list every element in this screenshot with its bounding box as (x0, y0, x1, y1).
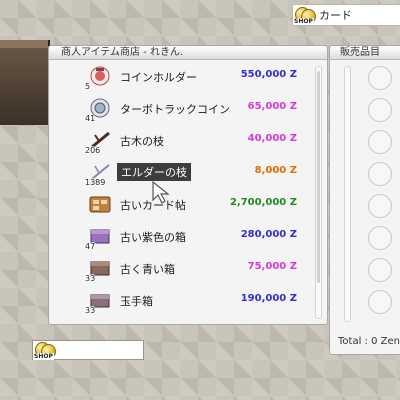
shop-item-row[interactable]: 1389 エルダーの枝 8,000 Z (49, 156, 311, 188)
shop-item-row[interactable]: 古いカード帖 2,700,000 Z (49, 188, 311, 220)
sale-items-window: 販売品目 Total : 0 Zeny (329, 45, 400, 355)
item-name: 古木の枝 (120, 135, 164, 148)
item-name: コインホルダー (120, 71, 197, 84)
item-price: 2,700,000 Z (229, 197, 297, 208)
item-name: 玉手箱 (120, 295, 153, 308)
scrollbar-thumb[interactable] (317, 71, 320, 283)
sale-slot[interactable] (368, 194, 392, 218)
shop-sign-card[interactable]: SHOP カード (292, 4, 400, 26)
old-card-album-icon (89, 196, 111, 213)
item-name: 古い紫色の箱 (120, 231, 186, 244)
merchant-shop-window: 商人アイテム商店 - れきん. 5 コインホルダー 550,000 Z 41 タ… (48, 45, 328, 325)
sale-slot[interactable] (368, 66, 392, 90)
sale-slot[interactable] (368, 258, 392, 282)
shop-item-row[interactable]: 206 古木の枝 40,000 Z (49, 124, 311, 156)
total-zeny: Total : 0 Zeny (338, 336, 400, 347)
item-price: 8,000 Z (254, 165, 297, 176)
coin-holder-icon (90, 66, 110, 86)
wooden-structure (0, 40, 50, 125)
shop-list-scrollbar[interactable] (315, 66, 322, 319)
shop-sign-bottom[interactable]: SHOP (32, 340, 144, 360)
item-price: 40,000 Z (247, 133, 297, 144)
shop-item-row[interactable]: 33 古く青い箱 75,000 Z (49, 252, 311, 284)
shop-item-row[interactable]: 33 玉手箱 190,000 Z (49, 284, 311, 316)
sale-slot[interactable] (368, 290, 392, 314)
sale-slot[interactable] (368, 162, 392, 186)
item-price: 65,000 Z (247, 101, 297, 112)
item-price: 190,000 Z (240, 293, 297, 304)
shop-item-row[interactable]: 47 古い紫色の箱 280,000 Z (49, 220, 311, 252)
coin-stack-icon: SHOP (293, 6, 316, 25)
item-price: 550,000 Z (240, 69, 297, 80)
shop-item-row[interactable]: 5 コインホルダー 550,000 Z (49, 60, 311, 92)
item-name-tooltip: エルダーの枝 (117, 163, 191, 181)
item-name: 古く青い箱 (120, 263, 175, 276)
shop-window-title: 商人アイテム商店 - れきん. (49, 46, 327, 60)
sale-window-title: 販売品目 (330, 46, 400, 60)
shop-item-row[interactable]: 41 ターボトラックコイン 65,000 Z (49, 92, 311, 124)
sale-list-scrollbar[interactable] (344, 66, 351, 322)
coin-stack-icon: SHOP (33, 341, 56, 360)
item-price: 280,000 Z (240, 229, 297, 240)
item-price: 75,000 Z (247, 261, 297, 272)
cursor-arrow-icon (152, 180, 170, 204)
sale-slot[interactable] (368, 98, 392, 122)
shop-item-list: 5 コインホルダー 550,000 Z 41 ターボトラックコイン 65,000… (49, 60, 311, 316)
shop-sign-label: カード (319, 9, 352, 22)
sale-slot[interactable] (368, 226, 392, 250)
sale-slot[interactable] (368, 130, 392, 154)
item-name: ターボトラックコイン (120, 103, 230, 116)
